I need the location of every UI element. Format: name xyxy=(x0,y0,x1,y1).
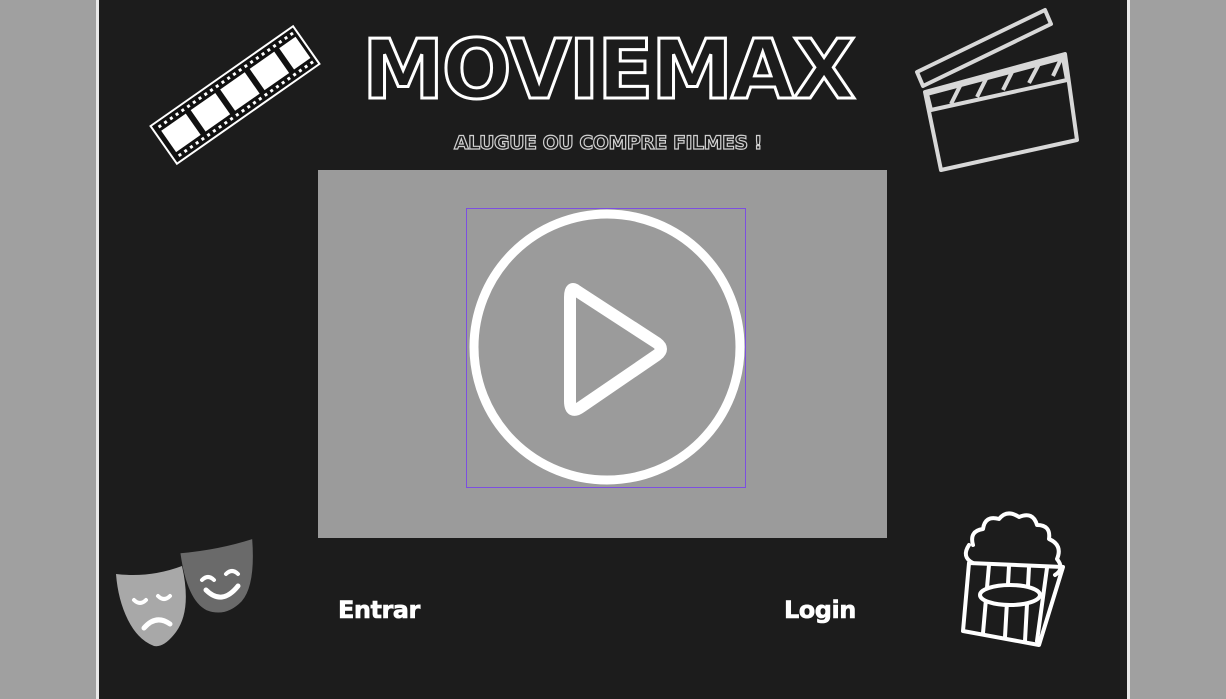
play-icon xyxy=(469,209,745,485)
theater-masks-icon xyxy=(116,539,253,647)
popcorn-icon xyxy=(961,511,1065,647)
play-button[interactable] xyxy=(466,208,746,488)
clapperboard-icon xyxy=(915,8,1079,172)
app-title: MOVIEMAX xyxy=(361,23,857,118)
app-subtitle: ALUGUE OU COMPRE FILMES ! xyxy=(453,131,763,154)
login-button[interactable]: Login xyxy=(784,596,857,625)
enter-button[interactable]: Entrar xyxy=(338,596,421,625)
